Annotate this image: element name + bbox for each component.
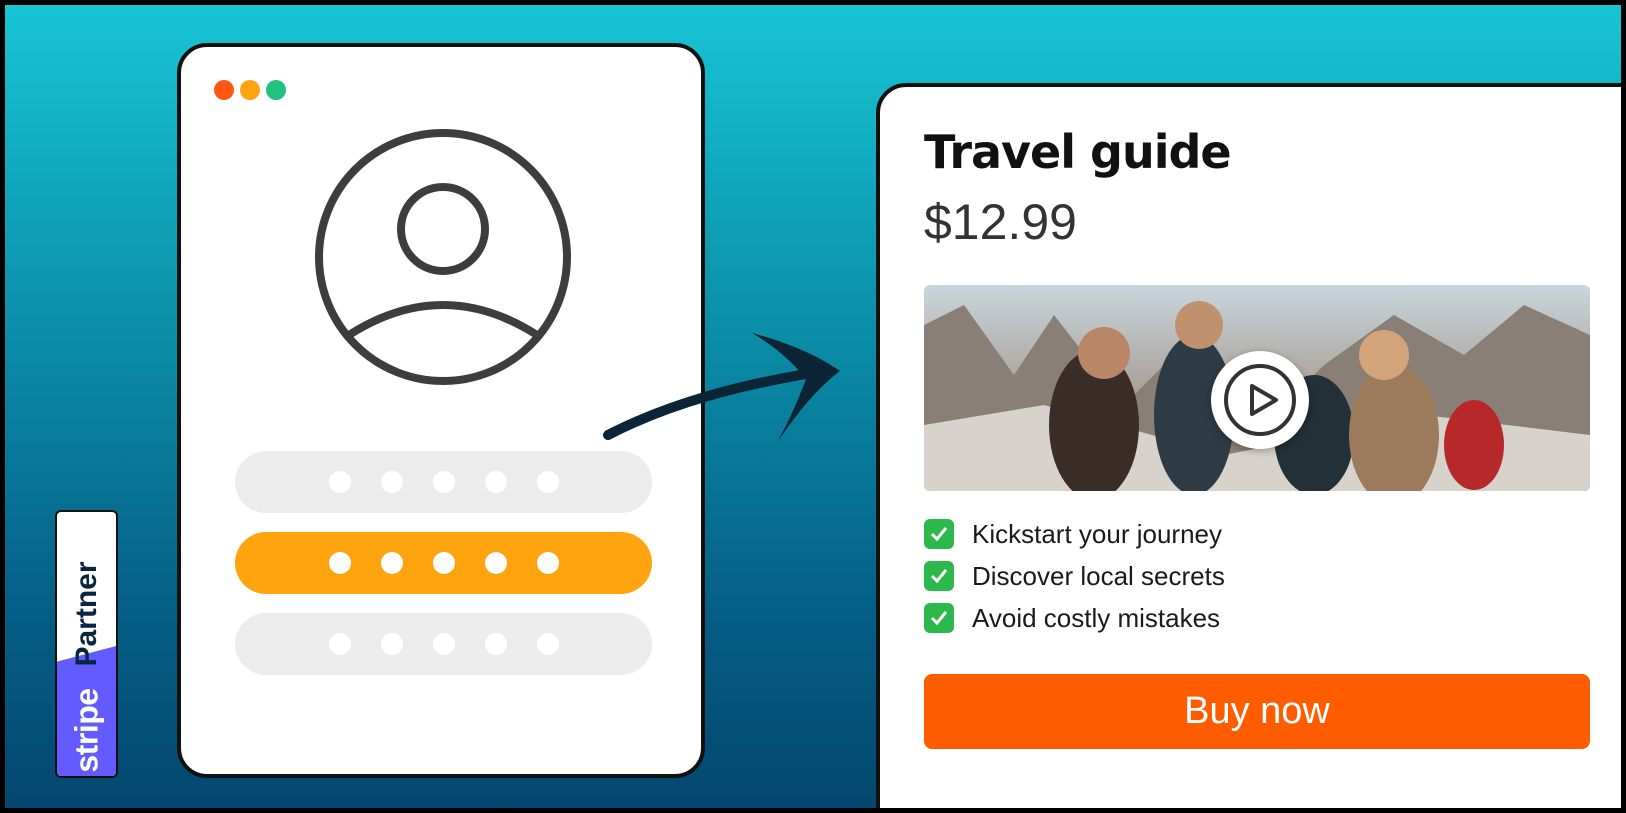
user-avatar-icon (315, 129, 571, 385)
feature-label: Avoid costly mistakes (972, 602, 1221, 633)
product-price: $12.99 (924, 194, 1077, 250)
buy-now-button[interactable]: Buy now (924, 674, 1590, 749)
stripe-logo: stripe (68, 688, 104, 773)
partner-label: Partner (69, 561, 103, 667)
check-icon (924, 603, 954, 633)
minimize-dot (240, 80, 260, 100)
password-field[interactable] (235, 532, 652, 594)
maximize-dot (266, 80, 286, 100)
check-icon (924, 519, 954, 549)
window-controls (214, 80, 286, 100)
check-icon (924, 561, 954, 591)
close-dot (214, 80, 234, 100)
feature-item: Discover local secrets (924, 555, 1225, 597)
feature-label: Kickstart your journey (972, 518, 1222, 549)
feature-list: Kickstart your journey Discover local se… (924, 513, 1225, 639)
username-field[interactable] (235, 451, 652, 513)
feature-item: Avoid costly mistakes (924, 597, 1225, 639)
play-button[interactable] (1211, 351, 1309, 449)
product-card: Travel guide $12.99 Kickstart your journ… (876, 83, 1621, 808)
arrow-icon (603, 333, 840, 441)
product-video[interactable] (924, 285, 1590, 491)
play-icon (1224, 364, 1296, 436)
promo-canvas: Partner stripe Travel guide $12.99 Kicks… (0, 0, 1626, 813)
feature-item: Kickstart your journey (924, 513, 1225, 555)
confirm-field[interactable] (235, 613, 652, 675)
stripe-partner-badge: Partner stripe (55, 510, 118, 778)
feature-label: Discover local secrets (972, 560, 1225, 591)
product-title: Travel guide (924, 125, 1232, 179)
